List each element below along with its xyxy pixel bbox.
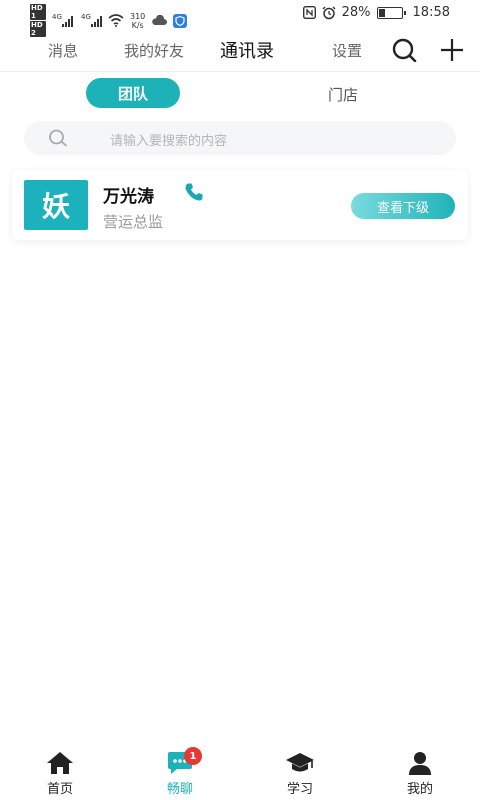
bottom-nav-chat-label: 畅聊 xyxy=(166,782,193,797)
bottom-nav-home[interactable]: 首页 xyxy=(20,750,100,797)
network-type-1: 4G xyxy=(52,12,62,21)
network-type-2: 4G xyxy=(81,12,91,21)
bottom-nav-me-label: 我的 xyxy=(406,782,433,797)
alarm-icon xyxy=(322,6,336,19)
segment-team[interactable]: 团队 xyxy=(86,78,180,108)
bottom-nav-learn[interactable]: 学习 xyxy=(260,750,340,797)
tab-messages[interactable]: 消息 xyxy=(48,40,78,61)
search-icon xyxy=(49,129,67,147)
status-bar: HD 1 HD 2 4G 4G 310 K/s 28% 18:58 xyxy=(0,0,480,37)
network-speed: 310 K/s xyxy=(130,12,145,30)
bottom-nav-me[interactable]: 我的 xyxy=(380,750,460,797)
search-bar[interactable]: 请输入要搜索的内容 xyxy=(24,121,456,155)
bottom-nav-home-label: 首页 xyxy=(46,782,73,797)
segment-control: 团队 门店 xyxy=(86,78,386,108)
bottom-nav-learn-label: 学习 xyxy=(286,782,313,797)
person-icon xyxy=(409,752,431,775)
unread-badge: 1 xyxy=(184,747,202,765)
shield-icon xyxy=(173,13,188,28)
cloud-icon xyxy=(152,15,168,25)
bottom-nav-chat[interactable]: 1 畅聊 xyxy=(140,747,220,797)
graduation-cap-icon xyxy=(286,753,314,772)
status-bar-right: 28% 18:58 xyxy=(302,5,450,20)
battery-percent: 28% xyxy=(341,5,371,20)
home-icon xyxy=(47,752,73,774)
search-placeholder: 请输入要搜索的内容 xyxy=(110,134,228,149)
contact-role: 营运总监 xyxy=(103,213,164,231)
add-icon[interactable] xyxy=(440,38,464,62)
signal-icon-2: 4G xyxy=(81,13,102,27)
avatar: 妖 xyxy=(24,180,88,230)
hd1-label: HD 1 xyxy=(30,4,46,20)
contact-card[interactable]: 妖 万光涛 营运总监 查看下级 xyxy=(12,170,468,240)
nfc-icon xyxy=(302,6,316,19)
clock-time: 18:58 xyxy=(412,5,450,20)
tab-settings[interactable]: 设置 xyxy=(332,40,362,61)
speed-value: 310 xyxy=(130,11,146,21)
phone-icon[interactable] xyxy=(184,182,204,202)
top-nav: 消息 我的好友 通讯录 设置 xyxy=(0,28,480,72)
search-icon[interactable] xyxy=(391,38,417,62)
contact-name: 万光涛 xyxy=(103,187,154,207)
signal-icon: 4G xyxy=(52,13,73,27)
segment-store[interactable]: 门店 xyxy=(328,84,358,105)
tab-my-friends[interactable]: 我的好友 xyxy=(124,40,184,61)
view-subordinates-button[interactable]: 查看下级 xyxy=(351,193,455,219)
bottom-nav: 首页 1 畅聊 学习 我的 xyxy=(0,744,480,800)
wifi-icon xyxy=(108,14,124,27)
tab-contacts[interactable]: 通讯录 xyxy=(220,37,274,63)
battery-level xyxy=(378,8,385,17)
battery-icon xyxy=(376,6,406,19)
